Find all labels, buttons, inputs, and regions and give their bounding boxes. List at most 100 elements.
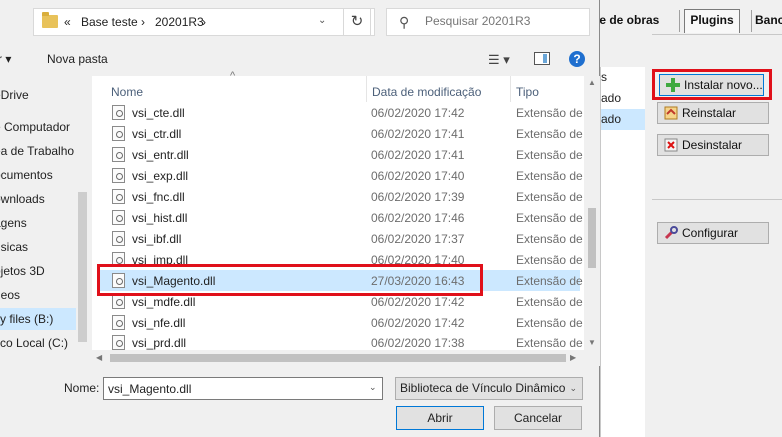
nav-item-videos[interactable]: deos [0, 284, 20, 306]
dll-file-icon [112, 168, 125, 183]
file-name: vsi_fnc.dll [132, 190, 185, 204]
search-input[interactable] [425, 14, 585, 28]
scroll-down-icon[interactable]: ▼ [588, 338, 596, 347]
column-divider[interactable] [510, 76, 511, 102]
sort-ascending-icon: ^ [230, 70, 236, 82]
nav-item-drive-b[interactable]: y files (B:) [0, 308, 80, 330]
dll-file-icon [112, 294, 125, 309]
highlight-selected-file-box [97, 264, 483, 296]
open-button[interactable]: Abrir [396, 406, 484, 430]
filetype-value: Biblioteca de Vínculo Dinâmico [400, 381, 566, 395]
file-row[interactable]: vsi_nfe.dll 06/02/2020 17:42 Extensão de a [100, 312, 593, 333]
nav-item-music[interactable]: úsicas [0, 236, 28, 258]
plugin-manager-window: le de obras Plugins Banco s ado ado Inst… [596, 0, 782, 437]
horizontal-scrollbar[interactable]: ◀ ▶ [92, 350, 584, 366]
breadcrumb-separator-icon: › [141, 15, 145, 29]
file-row[interactable]: vsi_cte.dll 06/02/2020 17:42 Extensão de a [100, 102, 593, 123]
dll-file-icon [112, 315, 125, 330]
search-box[interactable]: ⚲ [386, 8, 590, 36]
nav-item-onedrive[interactable]: eDrive [0, 84, 29, 106]
nav-item-drive-c[interactable]: sco Local (C:) [0, 332, 68, 354]
file-row[interactable]: vsi_ibf.dll 06/02/2020 17:37 Extensão de a [100, 228, 593, 249]
file-name: vsi_entr.dll [132, 148, 189, 162]
column-header-date[interactable]: Data de modificação [372, 80, 481, 104]
tab-divider [652, 34, 782, 35]
file-open-dialog: « Base teste › 20201R3 › ⌄ ↻ ⚲ r ▾ Nova … [0, 0, 600, 437]
vertical-scrollbar[interactable]: ▲ ▼ [584, 76, 600, 366]
nav-item-this-pc[interactable]: e Computador [0, 116, 70, 138]
file-row[interactable]: vsi_fnc.dll 06/02/2020 17:39 Extensão de a [100, 186, 593, 207]
view-options-icon[interactable]: ☰ ▾ [488, 52, 510, 68]
scroll-right-icon[interactable]: ▶ [570, 353, 576, 362]
refresh-icon: ↻ [350, 13, 364, 30]
reinstall-button[interactable]: Reinstalar [657, 102, 769, 124]
file-row[interactable]: vsi_hist.dll 06/02/2020 17:46 Extensão de … [100, 207, 593, 228]
column-divider[interactable] [366, 76, 367, 102]
scroll-up-icon[interactable]: ▲ [588, 78, 596, 87]
plugin-list[interactable]: s ado ado [600, 67, 645, 437]
organize-menu[interactable]: r ▾ [0, 52, 11, 66]
vertical-scroll-thumb[interactable] [588, 208, 596, 268]
help-icon[interactable]: ? [569, 51, 585, 67]
file-name: vsi_hist.dll [132, 211, 188, 225]
nav-scroll-thumb[interactable] [78, 192, 87, 342]
refresh-button[interactable]: ↻ [343, 8, 371, 36]
column-header-name[interactable]: Nome [111, 80, 143, 104]
file-row[interactable]: vsi_exp.dll 06/02/2020 17:40 Extensão de a [100, 165, 593, 186]
nav-item-documents[interactable]: ocumentos [0, 164, 53, 186]
nav-item-pictures[interactable]: agens [0, 212, 27, 234]
breadcrumb-separator-icon: › [202, 15, 206, 29]
filename-dropdown-icon[interactable]: ⌄ [369, 382, 377, 393]
dll-file-icon [112, 231, 125, 246]
preview-pane-icon[interactable] [534, 52, 550, 65]
file-name: vsi_ctr.dll [132, 127, 182, 141]
folder-icon [42, 12, 58, 28]
cancel-button[interactable]: Cancelar [494, 406, 582, 430]
file-date: 06/02/2020 17:40 [371, 169, 465, 183]
new-folder-button[interactable]: Nova pasta [47, 52, 108, 66]
plugin-list-item[interactable]: ado [601, 88, 645, 109]
address-bar[interactable]: « Base teste › 20201R3 › ⌄ [33, 8, 375, 36]
dll-file-icon [112, 210, 125, 225]
file-date: 06/02/2020 17:41 [371, 148, 465, 162]
file-list: ^ Nome Data de modificação Tipo vsi_cte.… [92, 70, 600, 366]
uninstall-icon [664, 138, 678, 152]
file-date: 06/02/2020 17:37 [371, 232, 465, 246]
file-name: vsi_cte.dll [132, 106, 185, 120]
configure-button[interactable]: Configurar [657, 222, 769, 244]
dll-file-icon [112, 105, 125, 120]
nav-item-desktop[interactable]: ea de Trabalho [0, 140, 74, 162]
configure-label: Configurar [682, 226, 739, 240]
filetype-select[interactable]: Biblioteca de Vínculo Dinâmico ⌄ [395, 377, 583, 400]
address-dropdown-icon[interactable]: ⌄ [318, 15, 326, 26]
breadcrumb-20201r3[interactable]: 20201R3 [155, 15, 204, 29]
chevron-down-icon: ⌄ [569, 383, 577, 393]
nav-item-3d-objects[interactable]: ojetos 3D [0, 260, 45, 282]
file-row[interactable]: vsi_entr.dll 06/02/2020 17:41 Extensão de … [100, 144, 593, 165]
dll-file-icon [112, 335, 125, 350]
dll-file-icon [112, 147, 125, 162]
tab-plugins[interactable]: Plugins [684, 9, 740, 33]
horizontal-scroll-thumb[interactable] [110, 354, 566, 362]
breadcrumb-base-teste[interactable]: Base teste [81, 15, 138, 29]
file-date: 06/02/2020 17:42 [371, 316, 465, 330]
search-icon: ⚲ [399, 14, 410, 30]
uninstall-button[interactable]: Desinstalar [657, 134, 769, 156]
nav-item-downloads[interactable]: ownloads [0, 188, 45, 210]
column-header-type[interactable]: Tipo [516, 80, 539, 104]
dll-file-icon [112, 126, 125, 141]
scroll-left-icon[interactable]: ◀ [96, 353, 102, 362]
tab-obras[interactable]: le de obras [596, 10, 680, 32]
filename-input[interactable] [103, 377, 383, 400]
reinstall-icon [664, 106, 678, 120]
reinstall-label: Reinstalar [682, 106, 737, 120]
plugin-list-item-selected[interactable]: ado [601, 109, 645, 130]
file-row[interactable]: vsi_ctr.dll 06/02/2020 17:41 Extensão de a [100, 123, 593, 144]
file-name: vsi_nfe.dll [132, 316, 186, 330]
tab-banco[interactable]: Banco [751, 10, 782, 32]
plugin-list-item[interactable]: s [601, 67, 645, 88]
file-date: 06/02/2020 17:38 [371, 336, 465, 350]
breadcrumb-overflow[interactable]: « [64, 15, 71, 29]
file-date: 06/02/2020 17:42 [371, 295, 465, 309]
nav-scrollbar[interactable] [76, 76, 89, 366]
